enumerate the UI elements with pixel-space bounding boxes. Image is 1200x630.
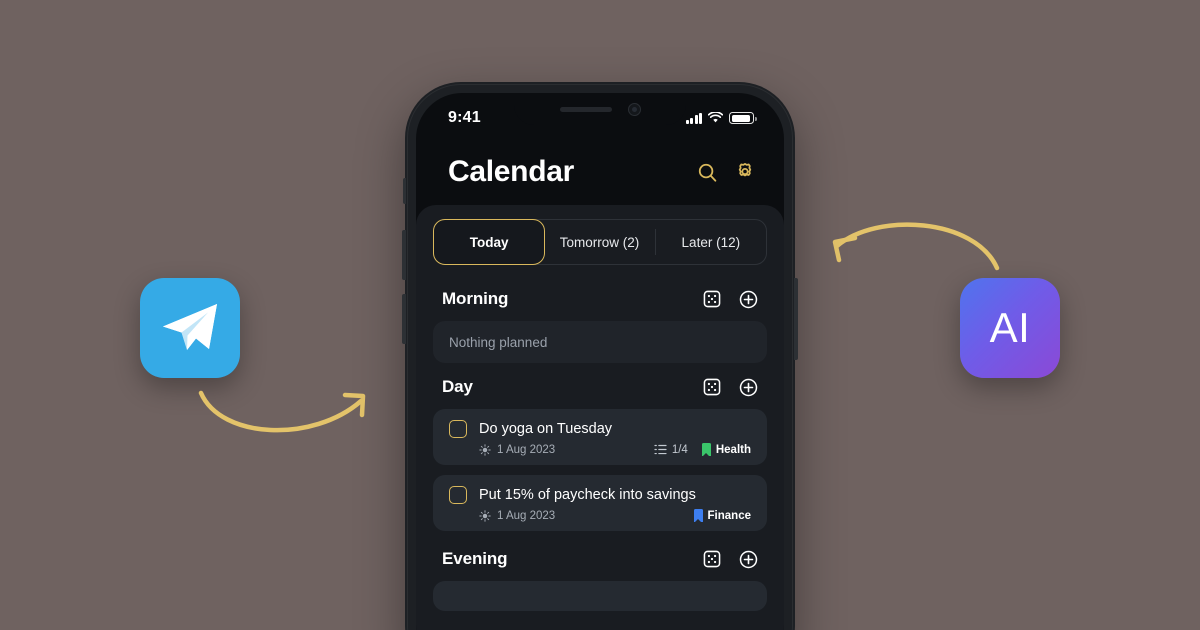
- section-header-day: Day: [416, 363, 784, 409]
- task-title: Do yoga on Tuesday: [479, 421, 613, 437]
- dice-icon[interactable]: [703, 290, 721, 308]
- front-camera-icon: [627, 102, 641, 116]
- task-meta: 1 Aug 2023 1/4 Health: [449, 443, 751, 457]
- task-title: Put 15% of paycheck into savings: [479, 487, 696, 503]
- app-content: Today Tomorrow (2) Later (12) Morning No…: [416, 205, 784, 630]
- wifi-icon: [708, 112, 723, 123]
- task-main: Put 15% of paycheck into savings: [449, 486, 751, 504]
- volume-up-button[interactable]: [402, 230, 406, 280]
- section-actions: [703, 550, 758, 569]
- tab-today[interactable]: Today: [433, 219, 546, 265]
- speaker-grille-icon: [559, 106, 612, 112]
- dice-icon[interactable]: [703, 550, 721, 568]
- add-circle-icon[interactable]: [739, 290, 758, 309]
- tag-bookmark-icon: [693, 509, 703, 523]
- status-indicators: [685, 108, 757, 124]
- settings-gear-icon[interactable]: [734, 161, 756, 183]
- telegram-app-icon[interactable]: [140, 278, 240, 378]
- silent-switch[interactable]: [403, 178, 406, 204]
- subtask-count: 1/4: [671, 443, 688, 456]
- power-button[interactable]: [794, 278, 798, 360]
- notch: [514, 93, 686, 125]
- sun-icon: [479, 443, 491, 456]
- status-time: 9:41: [448, 109, 481, 126]
- tag-label: Finance: [707, 509, 751, 522]
- section-title: Day: [442, 377, 473, 396]
- task-badges: Finance: [693, 509, 751, 523]
- task-date-text: 1 Aug 2023: [497, 443, 556, 456]
- add-circle-icon[interactable]: [739, 550, 758, 569]
- task-badges: 1/4 Health: [654, 443, 751, 457]
- section-actions: [703, 290, 758, 309]
- dice-icon[interactable]: [703, 378, 721, 396]
- task-date: 1 Aug 2023: [479, 510, 555, 522]
- task-meta: 1 Aug 2023 Finance: [449, 509, 751, 523]
- empty-state-card-morning[interactable]: Nothing planned: [433, 321, 767, 363]
- empty-state-text: Nothing planned: [449, 334, 548, 350]
- task-checkbox[interactable]: [449, 420, 467, 438]
- tab-tomorrow[interactable]: Tomorrow (2): [544, 220, 654, 264]
- task-tag[interactable]: Finance: [693, 509, 751, 523]
- arrow-telegram-to-phone: [198, 390, 366, 433]
- arrow-ai-to-phone: [832, 222, 1000, 271]
- phone-mockup: 9:41 Calendar Today Tomorrow (2) Later (…: [402, 82, 798, 630]
- task-date: 1 Aug 2023: [479, 444, 555, 456]
- volume-down-button[interactable]: [402, 294, 406, 344]
- subtask-progress: 1/4: [654, 444, 688, 456]
- evening-card-partial[interactable]: [433, 581, 767, 611]
- task-row[interactable]: Put 15% of paycheck into savings 1 Aug 2…: [433, 475, 767, 531]
- tab-later[interactable]: Later (12): [656, 220, 766, 264]
- sun-icon: [479, 509, 491, 522]
- section-actions: [703, 378, 758, 397]
- checklist-icon: [654, 444, 667, 455]
- task-checkbox[interactable]: [449, 486, 467, 504]
- task-tag[interactable]: Health: [701, 443, 751, 457]
- battery-icon: [729, 112, 757, 124]
- phone-screen: 9:41 Calendar Today Tomorrow (2) Later (…: [416, 93, 784, 630]
- ai-app-label: AI: [989, 304, 1031, 351]
- tag-label: Health: [715, 443, 751, 456]
- tag-bookmark-icon: [701, 443, 711, 457]
- app-header: Calendar: [416, 139, 784, 205]
- task-date-text: 1 Aug 2023: [497, 509, 556, 522]
- search-icon[interactable]: [697, 162, 718, 183]
- cellular-signal-icon: [685, 112, 702, 124]
- add-circle-icon[interactable]: [739, 378, 758, 397]
- section-header-evening: Evening: [416, 541, 784, 581]
- section-title: Evening: [442, 549, 508, 568]
- segmented-tabs: Today Tomorrow (2) Later (12): [433, 219, 767, 265]
- page-title: Calendar: [448, 155, 574, 188]
- telegram-paper-plane-icon: [163, 304, 217, 350]
- task-row[interactable]: Do yoga on Tuesday 1 Aug 2023 1/4 Health: [433, 409, 767, 465]
- section-header-morning: Morning: [416, 275, 784, 321]
- section-title: Morning: [442, 289, 509, 308]
- header-actions: [697, 161, 756, 183]
- ai-app-icon[interactable]: AI: [960, 278, 1060, 378]
- task-main: Do yoga on Tuesday: [449, 420, 751, 438]
